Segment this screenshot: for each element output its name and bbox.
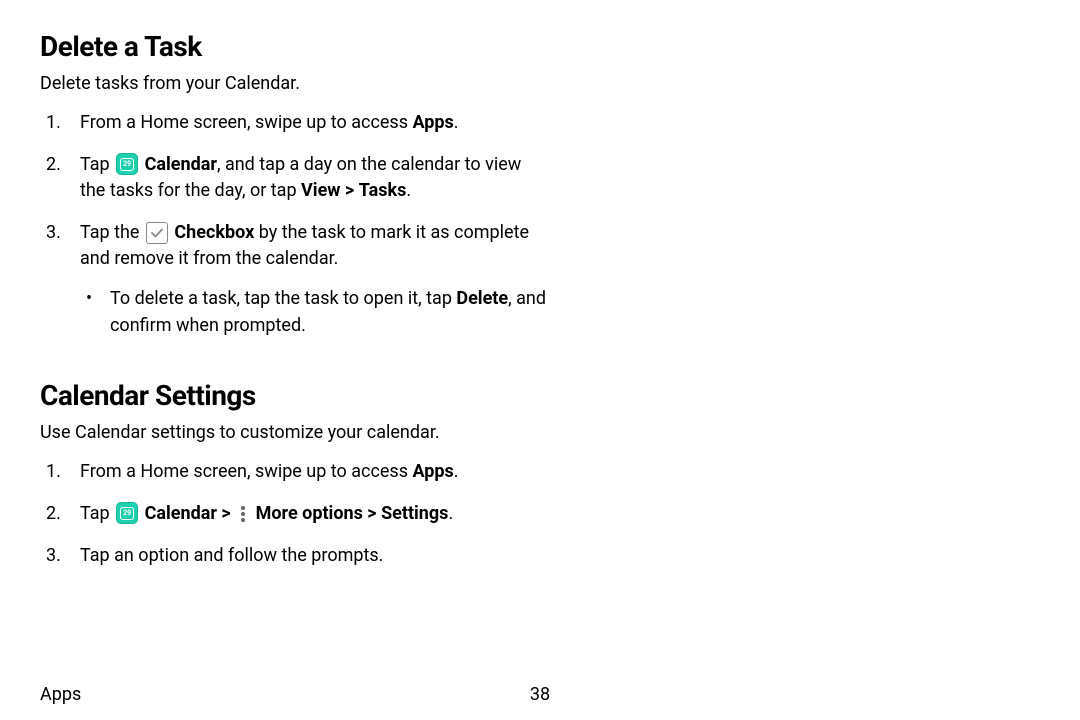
steps-calendar-settings: From a Home screen, swipe up to access A… [40,459,550,569]
intro-calendar-settings: Use Calendar settings to customize your … [40,422,1040,443]
steps-delete-task: From a Home screen, swipe up to access A… [40,110,550,339]
calendar-icon: 29 [116,153,138,175]
heading-calendar-settings: Calendar Settings [40,379,1040,412]
delete-task-section: Delete a Task Delete tasks from your Cal… [40,30,1040,339]
step-1: From a Home screen, swipe up to access A… [40,110,550,136]
step-3: Tap an option and follow the prompts. [40,543,550,569]
sub-bullet-list: To delete a task, tap the task to open i… [80,286,550,338]
step-3: Tap the Checkbox by the task to mark it … [40,220,550,338]
heading-delete-task: Delete a Task [40,30,1040,63]
calendar-settings-section: Calendar Settings Use Calendar settings … [40,379,1040,569]
footer-section-label: Apps [40,684,81,705]
step-2: Tap 29 Calendar > More options > Setting… [40,501,550,527]
footer-page-number: 38 [530,684,550,705]
intro-delete-task: Delete tasks from your Calendar. [40,73,1040,94]
sub-bullet-item: To delete a task, tap the task to open i… [80,286,550,338]
checkbox-icon [146,222,168,244]
step-1: From a Home screen, swipe up to access A… [40,459,550,485]
more-options-icon [237,504,249,524]
page-footer: Apps 38 [40,684,1040,705]
step-2: Tap 29 Calendar, and tap a day on the ca… [40,152,550,204]
calendar-icon: 29 [116,502,138,524]
